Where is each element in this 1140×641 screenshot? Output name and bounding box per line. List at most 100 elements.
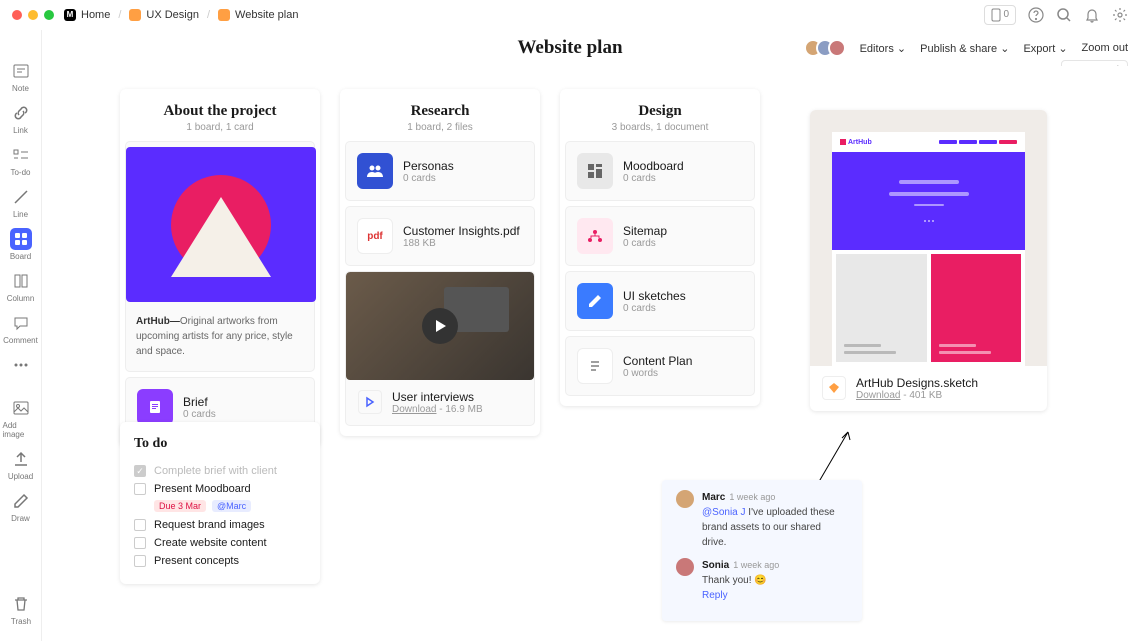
editors-menu[interactable]: Editors ⌄ <box>860 42 907 55</box>
close-window[interactable] <box>12 10 22 20</box>
tool-draw[interactable]: Draw <box>3 486 39 526</box>
search-icon[interactable] <box>1056 7 1072 23</box>
todo-item[interactable]: Complete brief with client <box>134 462 306 480</box>
card-arthub[interactable]: ArtHub—Original artworks from upcoming a… <box>125 141 315 372</box>
comment-thread[interactable]: Marc1 week ago @Sonia J I've uploaded th… <box>662 480 862 621</box>
checkbox[interactable] <box>134 555 146 567</box>
design-preview-card[interactable]: ArtHub ArtHub Designs.sketchDownload - 4… <box>810 110 1047 411</box>
breadcrumb-sep: / <box>207 9 210 21</box>
tool-line[interactable]: Line <box>3 182 39 222</box>
tool-note[interactable]: Note <box>3 56 39 96</box>
breadcrumb-uxdesign[interactable]: UX Design <box>129 9 199 21</box>
export-menu[interactable]: Export ⌄ <box>1023 42 1067 55</box>
tool-comment[interactable]: Comment <box>3 308 39 348</box>
breadcrumb-label: Website plan <box>235 9 298 21</box>
card-title: Sitemap <box>623 224 667 238</box>
card-moodboard[interactable]: Moodboard0 cards <box>565 141 755 201</box>
board-design[interactable]: Design3 boards, 1 document Moodboard0 ca… <box>560 89 760 406</box>
tool-add-image[interactable]: Add image <box>3 393 39 442</box>
chevron-down-icon: ⌄ <box>1058 43 1067 55</box>
card-title: Brief <box>183 395 216 409</box>
card-title: UI sketches <box>623 289 686 303</box>
tool-link[interactable]: Link <box>3 98 39 138</box>
comment-author: Marc <box>702 492 725 503</box>
file-name: ArtHub Designs.sketch <box>856 376 978 390</box>
breadcrumb-current[interactable]: Website plan <box>218 9 298 21</box>
devices-button[interactable]: 0 <box>984 5 1016 25</box>
minimize-window[interactable] <box>28 10 38 20</box>
todo-item[interactable]: Present concepts <box>134 552 306 570</box>
comment-author: Sonia <box>702 560 729 571</box>
avatar[interactable] <box>828 39 846 57</box>
notifications-icon[interactable] <box>1084 7 1100 23</box>
todo-item[interactable]: Present Moodboard <box>134 480 306 498</box>
due-tag: Due 3 Mar <box>154 500 206 512</box>
checkbox-checked[interactable] <box>134 465 146 477</box>
card-subtitle: 0 cards <box>183 409 216 420</box>
avatar[interactable] <box>676 490 694 508</box>
play-icon[interactable] <box>422 308 458 344</box>
document-icon <box>577 348 613 384</box>
collaborator-avatars[interactable] <box>810 39 846 57</box>
avatar[interactable] <box>676 558 694 576</box>
window-controls[interactable] <box>12 10 54 20</box>
tool-upload[interactable]: Upload <box>3 444 39 484</box>
todo-label: Request brand images <box>154 519 265 531</box>
card-title: Moodboard <box>623 159 684 173</box>
zoom-out-button[interactable]: Zoom out <box>1082 42 1128 54</box>
card-title: Content Plan <box>623 354 692 368</box>
card-content-plan[interactable]: Content Plan0 words <box>565 336 755 396</box>
chevron-down-icon: ⌄ <box>897 43 906 55</box>
tool-more[interactable] <box>3 350 39 379</box>
help-icon[interactable] <box>1028 7 1044 23</box>
settings-icon[interactable] <box>1112 7 1128 23</box>
checkbox[interactable] <box>134 519 146 531</box>
todo-label: Present concepts <box>154 555 239 567</box>
todo-icon <box>10 144 32 166</box>
devices-count: 0 <box>1003 9 1009 20</box>
todo-title: To do <box>134 436 306 452</box>
download-link[interactable]: Download <box>392 404 436 415</box>
breadcrumb-home[interactable]: M Home <box>64 9 110 21</box>
maximize-window[interactable] <box>44 10 54 20</box>
card-sketches[interactable]: UI sketches0 cards <box>565 271 755 331</box>
card-subtitle: 0 cards <box>623 303 686 314</box>
todo-item[interactable]: Request brand images <box>134 516 306 534</box>
card-title: User interviews <box>392 390 483 404</box>
arthub-logo <box>126 147 316 302</box>
reply-button[interactable]: Reply <box>702 588 848 603</box>
card-personas[interactable]: Personas0 cards <box>345 141 535 201</box>
breadcrumb-label: UX Design <box>146 9 199 21</box>
card-subtitle: 0 cards <box>403 173 454 184</box>
video-thumbnail[interactable] <box>346 272 534 380</box>
checkbox[interactable] <box>134 483 146 495</box>
board-about[interactable]: About the project1 board, 1 card ArtHub—… <box>120 89 320 447</box>
moodboard-icon <box>577 153 613 189</box>
todo-item[interactable]: Create website content <box>134 534 306 552</box>
publish-menu[interactable]: Publish & share ⌄ <box>920 42 1009 55</box>
board-research[interactable]: Research1 board, 2 files Personas0 cards… <box>340 89 540 436</box>
sketch-file-icon <box>822 376 846 400</box>
comment-text: Thank you! 😊 <box>702 573 848 588</box>
canvas[interactable]: About the project1 board, 1 card ArtHub—… <box>42 66 1140 641</box>
card-video[interactable]: User interviewsDownload - 16.9 MB <box>345 271 535 426</box>
comment-icon <box>10 312 32 334</box>
download-link[interactable]: Download <box>856 390 900 401</box>
card-pdf[interactable]: pdf Customer Insights.pdf188 KB <box>345 206 535 266</box>
tool-board[interactable]: Board <box>3 224 39 264</box>
todo-list[interactable]: To do Complete brief with client Present… <box>120 422 320 584</box>
todo-label: Present Moodboard <box>154 483 251 495</box>
tool-trash[interactable]: Trash <box>3 589 39 629</box>
file-size: - 16.9 MB <box>436 404 482 415</box>
todo-label: Create website content <box>154 537 267 549</box>
tool-todo[interactable]: To-do <box>3 140 39 180</box>
mention[interactable]: @Sonia J <box>702 507 746 518</box>
comment: Marc1 week ago @Sonia J I've uploaded th… <box>676 490 848 550</box>
breadcrumb-label: Home <box>81 9 110 21</box>
mention-tag[interactable]: @Marc <box>212 500 251 512</box>
board-title: About the project <box>130 103 310 120</box>
tool-column[interactable]: Column <box>3 266 39 306</box>
checkbox[interactable] <box>134 537 146 549</box>
card-sitemap[interactable]: Sitemap0 cards <box>565 206 755 266</box>
board-subtitle: 3 boards, 1 document <box>570 122 750 133</box>
